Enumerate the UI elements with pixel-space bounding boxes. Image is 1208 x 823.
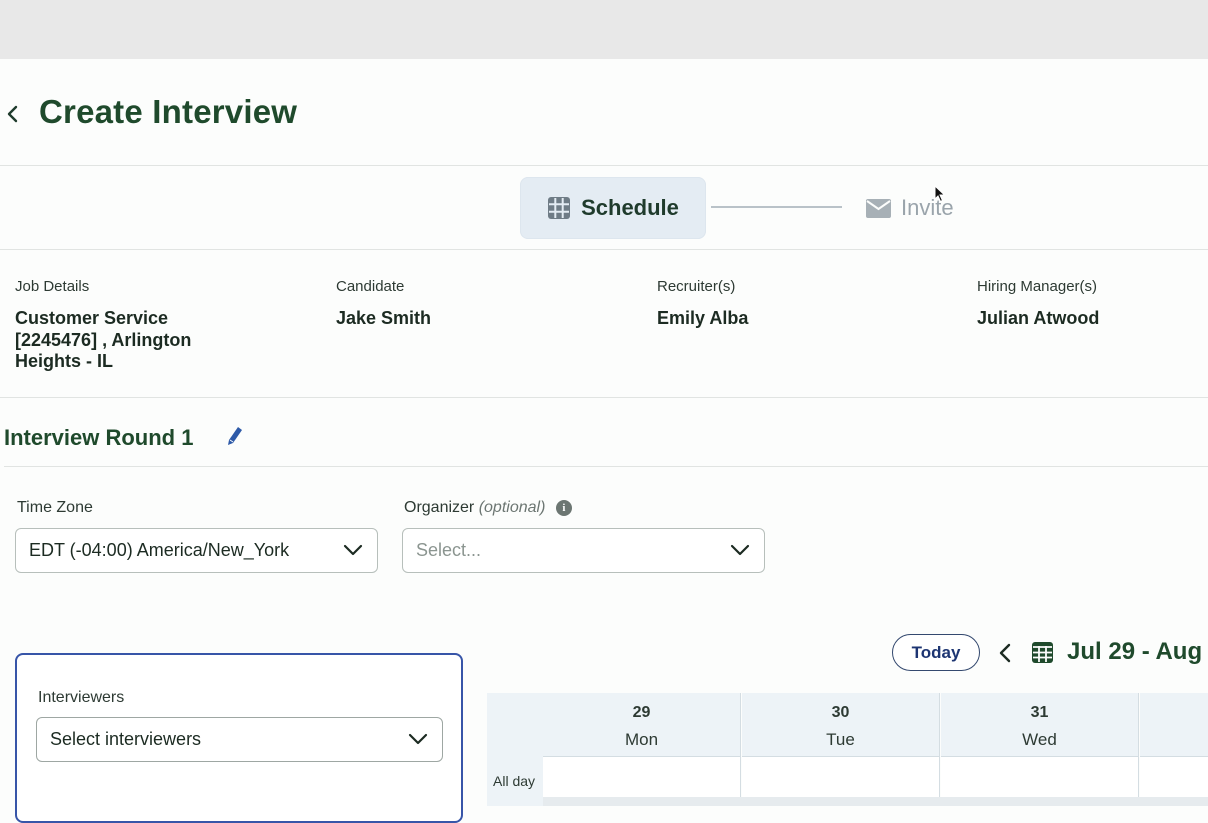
interviewers-placeholder: Select interviewers: [50, 729, 202, 749]
divider: [0, 397, 1208, 398]
organizer-label: Organizer (optional) i: [404, 499, 572, 517]
day-of-week: Mon: [624, 730, 659, 749]
organizer-select[interactable]: Select...: [402, 528, 765, 573]
all-day-label: All day: [493, 773, 536, 789]
calendar-time-gutter: [487, 693, 544, 806]
time-zone-value: EDT (-04:00) America/New_York: [29, 540, 290, 560]
time-zone-label: Time Zone: [17, 499, 93, 516]
all-day-cell[interactable]: [543, 757, 740, 797]
step-schedule-label: Schedule: [581, 195, 679, 220]
interview-round-title: Interview Round 1: [4, 425, 194, 450]
info-icon[interactable]: i: [555, 500, 572, 516]
page-title: Create Interview: [39, 93, 298, 130]
divider: [0, 165, 1208, 166]
day-number: 31: [1030, 704, 1049, 721]
hiring-managers-label: Hiring Manager(s): [977, 278, 1098, 295]
calendar-day-column: 30 Tue: [742, 693, 940, 806]
calendar-scroll-edge: [543, 797, 1208, 806]
day-of-week: Tue: [826, 730, 855, 749]
job-details-label: Job Details: [15, 278, 90, 295]
day-header: 30 Tue: [742, 693, 939, 757]
day-header: [1140, 693, 1208, 757]
mouse-cursor-icon: [934, 185, 946, 203]
date-range-label: Jul 29 - Aug 2: [1067, 638, 1208, 665]
time-zone-select[interactable]: EDT (-04:00) America/New_York: [15, 528, 378, 573]
organizer-placeholder: Select...: [416, 540, 482, 560]
calendar-grid-icon: [548, 197, 571, 219]
all-day-cell[interactable]: [742, 757, 939, 797]
back-chevron-icon[interactable]: [4, 104, 20, 124]
day-number: 29: [632, 704, 651, 721]
recruiters-value: Emily Alba: [657, 308, 749, 328]
day-header: 29 Mon: [543, 693, 740, 757]
organizer-label-text: Organizer: [404, 499, 475, 516]
calendar-day-column: [1140, 693, 1208, 806]
divider: [0, 249, 1208, 250]
divider: [4, 466, 1208, 467]
chevron-down-icon: [730, 544, 750, 556]
step-connector: [711, 206, 842, 208]
pencil-icon[interactable]: [227, 426, 243, 446]
hiring-managers-value: Julian Atwood: [977, 308, 1100, 328]
candidate-label: Candidate: [336, 278, 405, 295]
recruiters-label: Recruiter(s): [657, 278, 736, 295]
chevron-left-icon[interactable]: [998, 642, 1012, 664]
calendar-grid: All day 29 Mon 30 Tue 31 Wed: [487, 693, 1208, 806]
job-details-value: Customer Service [2245476] , Arlington H…: [15, 308, 192, 371]
day-number: 30: [831, 704, 850, 721]
organizer-optional-label: (optional): [478, 499, 546, 516]
step-schedule[interactable]: Schedule: [520, 177, 706, 239]
calendar-day-column: 31 Wed: [941, 693, 1139, 806]
calendar-day-column: 29 Mon: [543, 693, 741, 806]
day-header: 31 Wed: [941, 693, 1138, 757]
all-day-cell[interactable]: [941, 757, 1138, 797]
interviewers-select[interactable]: Select interviewers: [36, 717, 443, 762]
chevron-down-icon: [408, 733, 428, 745]
browser-top-bar: [0, 0, 1208, 59]
candidate-value: Jake Smith: [336, 308, 432, 328]
day-of-week: Wed: [1022, 730, 1057, 749]
calendar-icon[interactable]: [1032, 642, 1053, 663]
interviewers-label: Interviewers: [38, 689, 125, 706]
envelope-icon: [866, 198, 891, 218]
all-day-cell[interactable]: [1140, 757, 1208, 797]
interviewers-panel: Interviewers Select interviewers: [15, 653, 463, 823]
chevron-down-icon: [343, 544, 363, 556]
today-button[interactable]: Today: [892, 634, 980, 671]
